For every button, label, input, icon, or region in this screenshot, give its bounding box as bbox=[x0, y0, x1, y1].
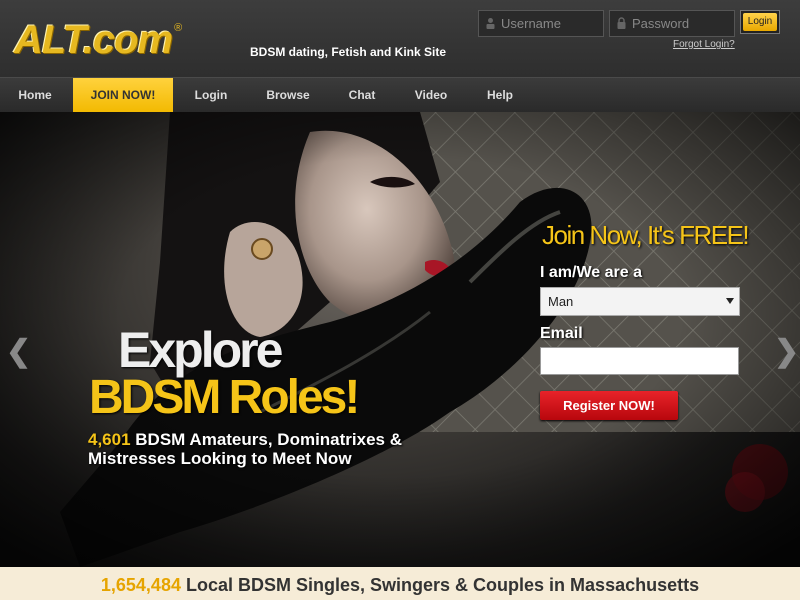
nav-browse[interactable]: Browse bbox=[252, 78, 324, 113]
nav-chat[interactable]: Chat bbox=[332, 78, 392, 113]
main-nav: Home JOIN NOW! Login Browse Chat Video H… bbox=[0, 77, 800, 113]
nav-home[interactable]: Home bbox=[0, 78, 70, 113]
site-logo[interactable]: ALT.com ® bbox=[14, 18, 182, 62]
username-placeholder: Username bbox=[501, 16, 561, 31]
login-button-label: Login bbox=[743, 13, 777, 31]
site-header: ALT.com ® BDSM dating, Fetish and Kink S… bbox=[0, 0, 800, 77]
local-count: 1,654,484 bbox=[100, 575, 181, 595]
hero-subtext: 4,601 BDSM Amateurs, Dominatrixes & Mist… bbox=[88, 430, 448, 468]
username-input[interactable]: Username bbox=[478, 10, 604, 37]
gender-select-value: Man bbox=[548, 294, 574, 309]
registered-mark: ® bbox=[174, 22, 183, 34]
hero-banner: ❮ ❯ Explore BDSM Roles! 4,601 BDSM Amate… bbox=[0, 112, 800, 567]
local-members-bar: 1,654,484 Local BDSM Singles, Swingers &… bbox=[0, 567, 800, 600]
hero-headline-2: BDSM Roles! bbox=[89, 371, 360, 424]
password-input[interactable]: Password bbox=[609, 10, 735, 37]
carousel-next-arrow[interactable]: ❯ bbox=[774, 334, 799, 369]
hero-subtext-body: BDSM Amateurs, Dominatrixes & Mistresses… bbox=[88, 430, 402, 468]
member-count: 4,601 bbox=[88, 430, 131, 449]
register-button[interactable]: Register NOW! bbox=[540, 391, 678, 420]
login-button[interactable]: Login bbox=[740, 10, 780, 34]
logo-text: ALT.com bbox=[14, 18, 173, 62]
email-label: Email bbox=[540, 325, 583, 342]
site-tagline: BDSM dating, Fetish and Kink Site bbox=[250, 45, 447, 59]
nav-help[interactable]: Help bbox=[470, 78, 530, 113]
chevron-down-icon bbox=[726, 298, 734, 304]
nav-login[interactable]: Login bbox=[178, 78, 244, 113]
forgot-login-link[interactable]: Forgot Login? bbox=[673, 39, 735, 50]
iam-label: I am/We are a bbox=[540, 264, 642, 281]
email-field[interactable] bbox=[540, 347, 739, 375]
password-placeholder: Password bbox=[632, 16, 690, 31]
gender-select[interactable]: Man bbox=[540, 287, 740, 316]
signup-title: Join Now, It's FREE! bbox=[542, 220, 750, 250]
user-icon bbox=[486, 18, 495, 29]
local-members-text: Local BDSM Singles, Swingers & Couples i… bbox=[185, 575, 700, 595]
nav-join-now[interactable]: JOIN NOW! bbox=[73, 78, 173, 113]
lock-icon bbox=[617, 17, 626, 29]
nav-video[interactable]: Video bbox=[400, 78, 462, 113]
carousel-prev-arrow[interactable]: ❮ bbox=[6, 334, 31, 369]
